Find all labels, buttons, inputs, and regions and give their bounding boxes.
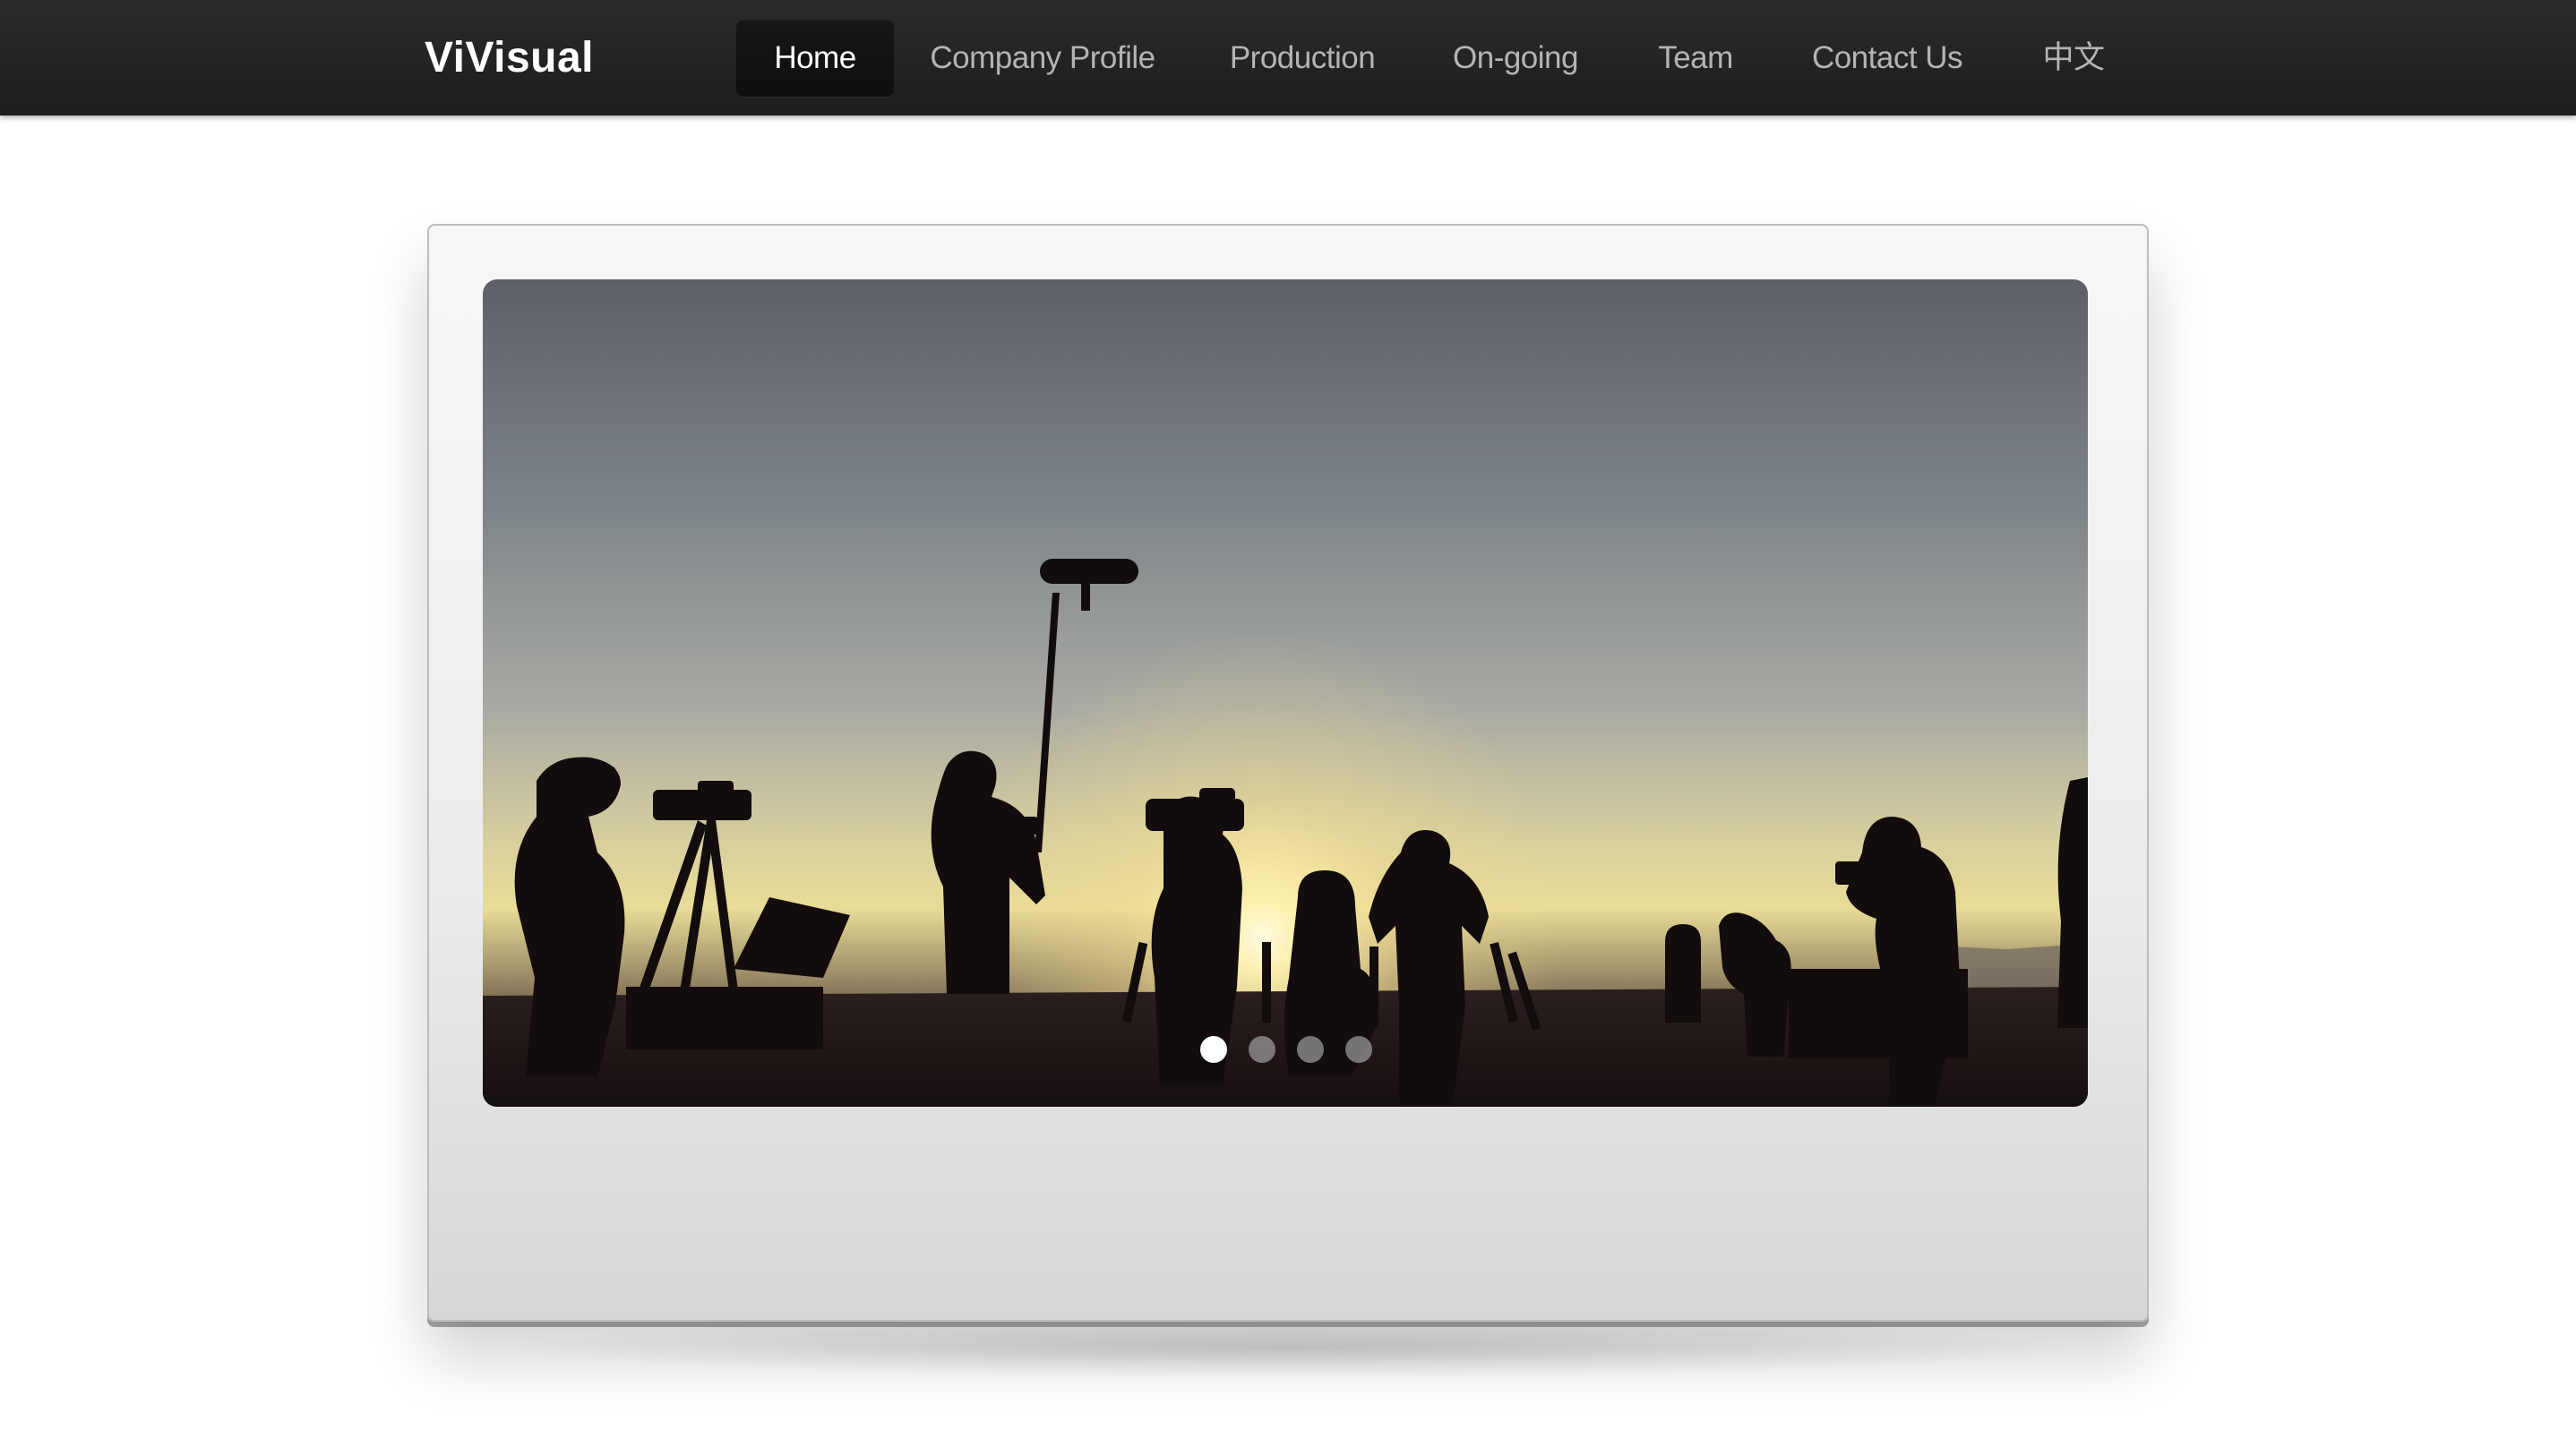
slider-dot-3[interactable] bbox=[1297, 1036, 1324, 1063]
slider-dot-1[interactable] bbox=[1200, 1036, 1227, 1063]
film-crew-silhouette-illustration bbox=[483, 548, 2088, 1107]
nav-item-production[interactable]: Production bbox=[1213, 20, 1392, 97]
nav-item-contact-us[interactable]: Contact Us bbox=[1804, 20, 1971, 97]
slider-dot-4[interactable] bbox=[1345, 1036, 1372, 1063]
slider-dot-2[interactable] bbox=[1249, 1036, 1275, 1063]
nav-item-home[interactable]: Home bbox=[736, 20, 894, 97]
nav-item-team[interactable]: Team bbox=[1639, 20, 1752, 97]
nav-item-chinese-language[interactable]: 中文 bbox=[2022, 20, 2125, 97]
top-navigation-bar: ViVisual Home Company Profile Production… bbox=[0, 0, 2576, 116]
nav-item-on-going[interactable]: On-going bbox=[1444, 20, 1587, 97]
card-drop-shadow bbox=[502, 1316, 2078, 1379]
nav-item-company-profile[interactable]: Company Profile bbox=[915, 20, 1170, 97]
main-nav: Home Company Profile Production On-going… bbox=[0, 0, 2576, 116]
slider-image-film-crew[interactable] bbox=[483, 279, 2088, 1107]
